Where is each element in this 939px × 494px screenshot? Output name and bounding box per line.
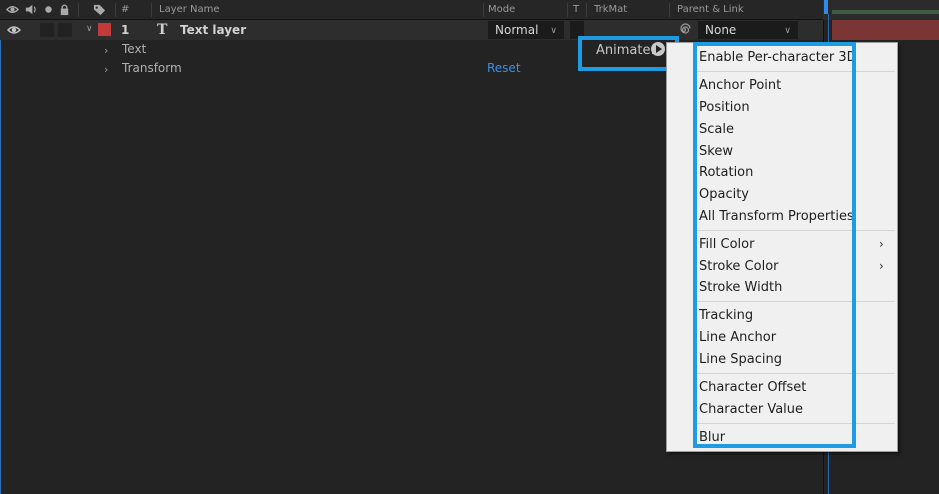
menu-separator: [695, 230, 895, 231]
transform-reset-link[interactable]: Reset: [487, 61, 521, 75]
menu-separator: [695, 373, 895, 374]
mode-dropdown-value: Normal: [495, 23, 539, 37]
menu-separator: [695, 71, 895, 72]
menu-item-character-value[interactable]: Character Value: [699, 400, 803, 420]
animate-highlight-box: [578, 36, 679, 71]
menu-item-rotation[interactable]: Rotation: [699, 163, 753, 183]
panel-left-border: [0, 36, 1, 494]
menu-item-all-transform-properties[interactable]: All Transform Properties: [699, 207, 854, 227]
menu-item-tracking[interactable]: Tracking: [699, 306, 753, 326]
header-parent-link[interactable]: Parent & Link: [677, 4, 744, 15]
lock-switch[interactable]: [58, 23, 72, 37]
header-layer-name[interactable]: Layer Name: [159, 4, 220, 15]
layer-name[interactable]: Text layer: [180, 23, 246, 37]
menu-item-line-anchor[interactable]: Line Anchor: [699, 328, 776, 348]
menu-separator: [695, 301, 895, 302]
label-tag-icon[interactable]: [93, 3, 106, 16]
transform-property-group[interactable]: Transform: [122, 61, 182, 75]
layer-row[interactable]: ∨ 1 T Text layer Normal ∨ None ∨: [0, 20, 823, 40]
solo-dot-icon[interactable]: [42, 3, 55, 16]
speaker-icon[interactable]: [24, 3, 37, 16]
fill-color-submenu-arrow-icon: ›: [879, 237, 884, 251]
playhead-handle[interactable]: [824, 0, 828, 14]
menu-item-anchor-point[interactable]: Anchor Point: [699, 76, 781, 96]
menu-item-position[interactable]: Position: [699, 98, 750, 118]
menu-item-stroke-width[interactable]: Stroke Width: [699, 278, 782, 298]
solo-switch[interactable]: [40, 23, 54, 37]
menu-item-stroke-color[interactable]: Stroke Color: [699, 257, 779, 277]
mode-dropdown[interactable]: Normal ∨: [488, 21, 564, 39]
pick-whip-spiral-icon[interactable]: [677, 23, 691, 37]
menu-separator: [695, 423, 895, 424]
menu-item-scale[interactable]: Scale: [699, 120, 734, 140]
menu-item-character-offset[interactable]: Character Offset: [699, 378, 806, 398]
work-area-bar[interactable]: [832, 10, 939, 14]
header-separator: [669, 3, 670, 17]
animate-menu: Enable Per-character 3D Anchor Point Pos…: [666, 42, 898, 452]
header-separator: [586, 3, 587, 17]
menu-item-blur[interactable]: Blur: [699, 428, 725, 448]
header-mode[interactable]: Mode: [488, 4, 515, 15]
parent-dropdown[interactable]: None ∨: [698, 21, 798, 39]
stroke-color-submenu-arrow-icon: ›: [879, 259, 884, 273]
parent-dropdown-value: None: [705, 23, 737, 37]
expand-text-chevron-icon[interactable]: ›: [104, 44, 108, 57]
layer-label-color[interactable]: [98, 23, 111, 36]
header-separator: [78, 3, 79, 17]
menu-item-fill-color[interactable]: Fill Color: [699, 235, 754, 255]
header-separator: [567, 3, 568, 17]
chevron-down-icon: ∨: [550, 26, 557, 36]
header-t: T: [573, 4, 580, 15]
menu-item-skew[interactable]: Skew: [699, 142, 733, 162]
menu-item-opacity[interactable]: Opacity: [699, 185, 749, 205]
header-number: #: [121, 4, 130, 15]
text-layer-type-icon: T: [157, 22, 168, 38]
header-separator: [151, 3, 152, 17]
menu-item-enable-per-character-3d[interactable]: Enable Per-character 3D: [699, 48, 857, 68]
header-separator: [115, 3, 116, 17]
layer-duration-bar[interactable]: [832, 20, 939, 40]
lock-icon[interactable]: [58, 3, 71, 16]
menu-item-line-spacing[interactable]: Line Spacing: [699, 350, 782, 370]
layer-number: 1: [121, 23, 130, 37]
expand-transform-chevron-icon[interactable]: ›: [104, 63, 108, 76]
header-trkmat[interactable]: TrkMat: [594, 4, 627, 15]
chevron-down-icon: ∨: [784, 26, 791, 36]
text-property-group[interactable]: Text: [122, 42, 146, 56]
layer-visibility-eye-icon[interactable]: [7, 24, 21, 36]
header-separator: [483, 3, 484, 17]
eye-icon[interactable]: [6, 3, 19, 16]
layer-panel-header: # Layer Name Mode T TrkMat Parent & Link: [0, 0, 823, 20]
expand-chevron-icon[interactable]: ∨: [86, 24, 93, 34]
